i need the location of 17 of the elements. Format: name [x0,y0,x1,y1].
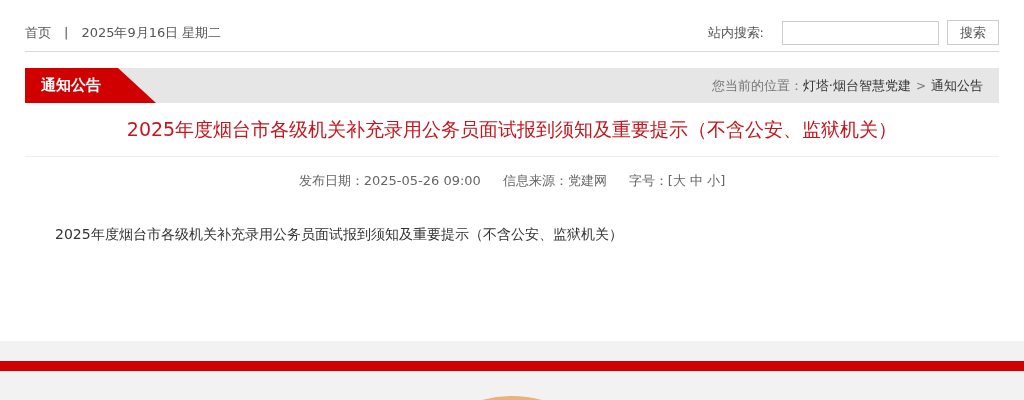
search-field[interactable] [782,20,939,45]
emblem-icon [482,395,542,400]
search-button[interactable]: 搜索 [947,20,999,45]
breadcrumb-link[interactable]: 灯塔·烟台智慧党建 [802,76,911,95]
search-label: 站内搜索: [707,23,764,42]
section-title: 通知公告 [25,68,156,103]
location-label: 您当前的位置： [711,76,803,95]
article-source: 信息来源：党建网 [502,172,607,190]
home-link[interactable]: 首页 [25,23,51,42]
article-title: 2025年度烟台市各级机关补充录用公务员面试报到须知及重要提示（不含公安、监狱机关） [25,103,999,157]
separator-text: | [64,25,69,40]
publish-date: 发布日期：2025-05-26 09:00 [298,172,481,190]
font-size-options[interactable]: 字号：[大 中 小] [628,172,726,190]
breadcrumb-separator: > [915,78,926,93]
breadcrumb-link[interactable]: 通知公告 [931,76,983,95]
article-body: 2025年度烟台市各级机关补充录用公务员面试报到须知及重要提示（不含公安、监狱机关） [55,226,624,244]
current-date: 2025年9月16日 星期二 [81,23,222,42]
